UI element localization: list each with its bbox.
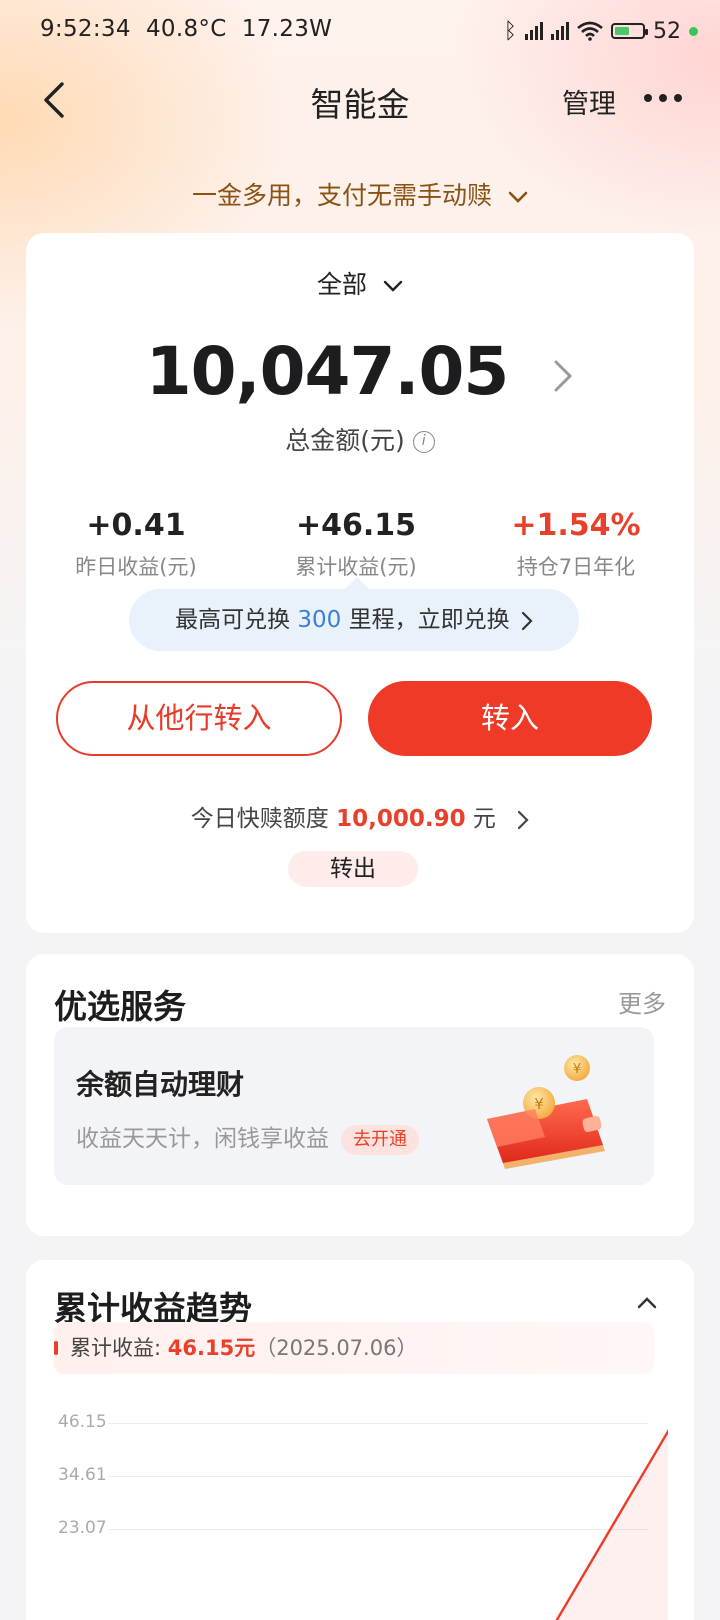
quick-redeem-quota[interactable]: 今日快赎额度 10,000.90 元 (26, 799, 694, 833)
trend-chart (548, 1429, 668, 1620)
total-amount[interactable]: 10,047.05 (26, 333, 694, 410)
stat-7day-yield: +1.54% 持仓7日年化 (466, 508, 686, 581)
indicator-dot (689, 26, 698, 36)
stat-cumulative[interactable]: +46.15 累计收益(元) (246, 508, 466, 581)
svg-text:¥: ¥ (534, 1095, 544, 1113)
transfer-out-button[interactable]: 转出 (288, 851, 418, 887)
quota-label: 今日快赎额度 (190, 806, 337, 832)
status-right: ᛒ 52 (504, 16, 698, 46)
stat-label: 持仓7日年化 (516, 555, 636, 579)
asset-summary-card: 全部 10,047.05 总金额(元) i +0.41 昨日收益(元) +46.1… (26, 233, 694, 933)
manage-button[interactable]: 管理 (562, 82, 616, 121)
transfer-in-button[interactable]: 转入 (368, 681, 652, 756)
power-readout: 17.23W (241, 16, 333, 42)
total-amount-label: 总金额(元) i (26, 421, 694, 457)
quota-unit: 元 (465, 806, 496, 832)
cumulative-earnings-trend-card: 累计收益趋势 累计收益: 46.15元（2025.07.06） 46.15 34… (26, 1260, 694, 1620)
service-subtitle-text: 收益天天计，闲钱享收益 (76, 1126, 329, 1152)
mileage-exchange-banner[interactable]: 最高可兑换 300 里程，立即兑换 (129, 577, 579, 651)
service-title: 余额自动理财 (76, 1068, 245, 1101)
summary-label: 累计收益: (70, 1336, 168, 1360)
total-amount-value: 10,047.05 (145, 333, 510, 410)
signal-icon (525, 22, 543, 40)
svg-text:¥: ¥ (573, 1062, 581, 1077)
preferred-services-card: 优选服务 更多 余额自动理财 收益天天计，闲钱享收益 去开通 ¥ ¥ (26, 954, 694, 1236)
stat-value: +0.41 (86, 508, 186, 543)
filter-label: 全部 (317, 270, 368, 299)
summary-value: 46.15元 (167, 1336, 256, 1360)
more-options-icon[interactable] (644, 94, 682, 102)
transfer-from-other-bank-button[interactable]: 从他行转入 (56, 681, 342, 756)
quota-amount: 10,000.90 (336, 806, 466, 832)
stat-value: +46.15 (295, 508, 417, 543)
signal-icon-2 (551, 22, 569, 40)
temperature: 40.8°C (146, 16, 227, 42)
info-icon[interactable]: i (412, 431, 435, 453)
mileage-amount: 300 (297, 607, 342, 633)
service-subtitle: 收益天天计，闲钱享收益 去开通 (76, 1119, 419, 1155)
activate-badge[interactable]: 去开通 (341, 1124, 419, 1155)
chevron-down-icon (383, 280, 403, 292)
mileage-prefix: 最高可兑换 (175, 607, 298, 633)
more-link[interactable]: 更多 (618, 984, 666, 1019)
status-left: 9:52:34 40.8°C 17.23W (40, 16, 332, 42)
battery-icon (611, 23, 648, 39)
chevron-up-icon[interactable] (636, 1292, 658, 1314)
clock: 9:52:34 (40, 16, 131, 42)
tagline-dropdown[interactable]: 一金多用，支付无需手动赎 (0, 176, 720, 212)
chevron-right-icon (554, 360, 573, 392)
battery-level: 52 (653, 18, 681, 44)
earnings-summary: 累计收益: 46.15元（2025.07.06） (54, 1322, 654, 1374)
status-bar: 9:52:34 40.8°C 17.23W ᛒ 52 (0, 0, 720, 62)
wallet-icon: ¥ ¥ (487, 1055, 605, 1169)
chevron-right-icon (518, 810, 529, 829)
stat-value: +1.54% (511, 508, 641, 543)
chevron-right-icon (521, 611, 533, 630)
section-title: 优选服务 (54, 987, 186, 1026)
y-tick-label: 46.15 (58, 1412, 107, 1432)
chevron-down-icon (508, 191, 528, 203)
account-filter[interactable]: 全部 (26, 265, 694, 301)
wifi-icon (577, 21, 603, 41)
bluetooth-icon: ᛒ (503, 18, 517, 44)
tagline-text: 一金多用，支付无需手动赎 (192, 181, 493, 210)
mileage-suffix: 里程，立即兑换 (341, 607, 510, 633)
summary-date: （2025.07.06） (255, 1336, 418, 1360)
stat-label: 昨日收益(元) (75, 555, 197, 579)
trend-area (548, 1431, 668, 1620)
total-label-text: 总金额(元) (285, 426, 405, 455)
y-tick-label: 34.61 (58, 1465, 107, 1485)
y-tick-label: 23.07 (58, 1518, 107, 1538)
auto-finance-service[interactable]: 余额自动理财 收益天天计，闲钱享收益 去开通 ¥ ¥ (54, 1027, 654, 1185)
summary-marker (54, 1341, 58, 1355)
stat-yesterday: +0.41 昨日收益(元) (26, 508, 246, 581)
